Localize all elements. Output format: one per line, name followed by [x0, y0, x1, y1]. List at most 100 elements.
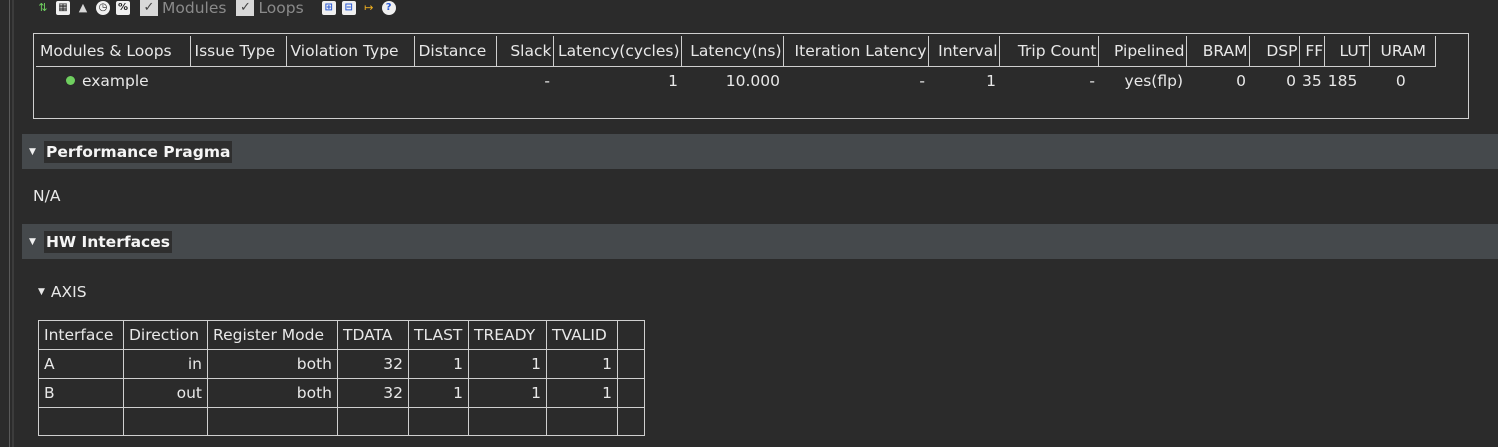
column-header[interactable]: Pipelined — [1098, 36, 1187, 67]
status-dot-icon — [66, 76, 75, 86]
performance-pragma-value: N/A — [33, 187, 61, 205]
check-icon: ✓ — [236, 0, 255, 16]
interface-cell: A — [38, 349, 124, 379]
column-header[interactable]: BRAM — [1186, 36, 1250, 67]
lut-cell: 185 — [1327, 72, 1358, 91]
bram-cell: 0 — [1236, 72, 1246, 91]
grid-icon[interactable]: ▦ — [56, 1, 70, 15]
empty-cell — [617, 407, 645, 436]
table-row[interactable]: example - 1 10.000 - 1 - yes(flp) 0 0 35… — [36, 66, 1436, 96]
module-name-cell[interactable]: example — [36, 66, 190, 96]
subsection-title: AXIS — [50, 283, 87, 301]
tvalid-cell: 1 — [546, 378, 618, 408]
column-header[interactable]: FF — [1299, 36, 1326, 67]
tvalid-cell: 1 — [546, 349, 618, 379]
column-header[interactable]: Direction — [123, 320, 208, 350]
column-header[interactable]: Interval — [928, 36, 1000, 67]
empty-cell — [207, 407, 338, 436]
empty-cell — [337, 407, 409, 436]
register-mode-cell: both — [207, 349, 338, 379]
modules-table: Modules & Loops Issue Type Violation Typ… — [36, 36, 1437, 96]
column-header[interactable]: TREADY — [468, 320, 547, 350]
interval-cell: 1 — [986, 72, 996, 91]
modules-checkbox-label: Modules — [162, 0, 227, 16]
check-icon: ✓ — [140, 0, 158, 16]
left-panel-divider — [12, 0, 14, 447]
column-header[interactable]: TLAST — [408, 320, 469, 350]
column-header[interactable]: Latency(cycles) — [553, 36, 682, 67]
tdata-cell: 32 — [337, 378, 409, 408]
column-header[interactable]: Distance — [414, 36, 497, 67]
expand-icon[interactable]: ⊞ — [321, 1, 336, 15]
modules-table-header: Modules & Loops Issue Type Violation Typ… — [36, 36, 1437, 67]
collapse-arrow-icon[interactable]: ▼ — [38, 287, 45, 297]
latency-ns-cell: 10.000 — [725, 72, 780, 91]
empty-cell — [408, 407, 469, 436]
column-header[interactable]: Slack — [496, 36, 554, 67]
column-header[interactable]: Issue Type — [190, 36, 287, 67]
pipelined-cell: yes(flp) — [1124, 72, 1183, 91]
section-title: Performance Pragma — [44, 140, 233, 163]
loops-checkbox[interactable]: ✓ Loops — [236, 0, 304, 16]
column-header[interactable]: Latency(ns) — [681, 36, 784, 67]
column-header[interactable]: LUT — [1324, 36, 1371, 67]
loops-checkbox-label: Loops — [258, 0, 304, 16]
latency-cycles-cell: 1 — [668, 72, 678, 91]
column-header[interactable]: TDATA — [337, 320, 409, 350]
empty-cell — [123, 407, 208, 436]
empty-cell — [468, 407, 547, 436]
empty-cell — [617, 378, 645, 408]
register-mode-cell: both — [207, 378, 338, 408]
axis-subsection-header[interactable]: ▼ AXIS — [38, 283, 87, 301]
tdata-cell: 32 — [337, 349, 409, 379]
tready-cell: 1 — [468, 378, 547, 408]
modules-table-container: Modules & Loops Issue Type Violation Typ… — [33, 33, 1469, 119]
table-row[interactable]: A in both 32 1 1 1 — [38, 349, 645, 379]
slack-cell: - — [544, 72, 550, 91]
empty-cell — [617, 349, 645, 379]
toolbar: ⇅ ▦ ▲ ◷ % ✓ Modules ✓ Loops ⊞ ⊟ ↦ ? — [36, 0, 396, 16]
axis-table-header: Interface Direction Register Mode TDATA … — [38, 320, 645, 350]
arrow-icon[interactable]: ↦ — [362, 1, 376, 15]
tlast-cell: 1 — [408, 349, 469, 379]
column-header[interactable]: Modules & Loops — [36, 36, 191, 67]
modules-checkbox[interactable]: ✓ Modules — [140, 0, 226, 16]
table-row[interactable]: B out both 32 1 1 1 — [38, 378, 645, 408]
empty-table-row — [38, 407, 645, 436]
uram-cell: 0 — [1395, 72, 1406, 91]
help-icon[interactable]: ? — [381, 1, 396, 15]
column-header[interactable]: Interface — [38, 320, 124, 350]
performance-pragma-section-header[interactable]: ▼ Performance Pragma — [22, 134, 1498, 169]
column-header[interactable]: DSP — [1249, 36, 1300, 67]
column-header[interactable]: Trip Count — [999, 36, 1099, 67]
hw-interfaces-section-header[interactable]: ▼ HW Interfaces — [22, 224, 1498, 259]
collapse-icon[interactable]: ⊟ — [341, 1, 356, 15]
section-title: HW Interfaces — [44, 230, 172, 253]
collapse-arrow-icon[interactable]: ▼ — [29, 147, 39, 157]
direction-cell: in — [123, 349, 208, 379]
column-header — [617, 320, 645, 350]
iteration-latency-cell: - — [919, 72, 925, 91]
warning-icon[interactable]: ▲ — [76, 1, 90, 15]
column-header[interactable]: URAM — [1369, 36, 1437, 67]
tready-cell: 1 — [468, 349, 547, 379]
distance-cell — [414, 66, 496, 96]
empty-cell — [38, 407, 124, 436]
tlast-cell: 1 — [408, 378, 469, 408]
violation-type-cell — [286, 66, 414, 96]
column-header[interactable]: Iteration Latency — [783, 36, 929, 67]
column-header[interactable]: Register Mode — [207, 320, 338, 350]
tree-icon[interactable]: ⇅ — [36, 1, 50, 15]
dsp-cell: 0 — [1286, 72, 1296, 91]
empty-cell — [546, 407, 618, 436]
clock-icon[interactable]: ◷ — [96, 1, 110, 15]
direction-cell: out — [123, 378, 208, 408]
axis-table: Interface Direction Register Mode TDATA … — [38, 320, 645, 436]
left-panel-border — [0, 0, 10, 447]
collapse-arrow-icon[interactable]: ▼ — [29, 237, 39, 247]
percent-icon[interactable]: % — [116, 1, 130, 15]
column-header[interactable]: TVALID — [546, 320, 618, 350]
column-header[interactable]: Violation Type — [286, 36, 415, 67]
interface-cell: B — [38, 378, 124, 408]
ff-cell: 35 — [1302, 72, 1322, 91]
